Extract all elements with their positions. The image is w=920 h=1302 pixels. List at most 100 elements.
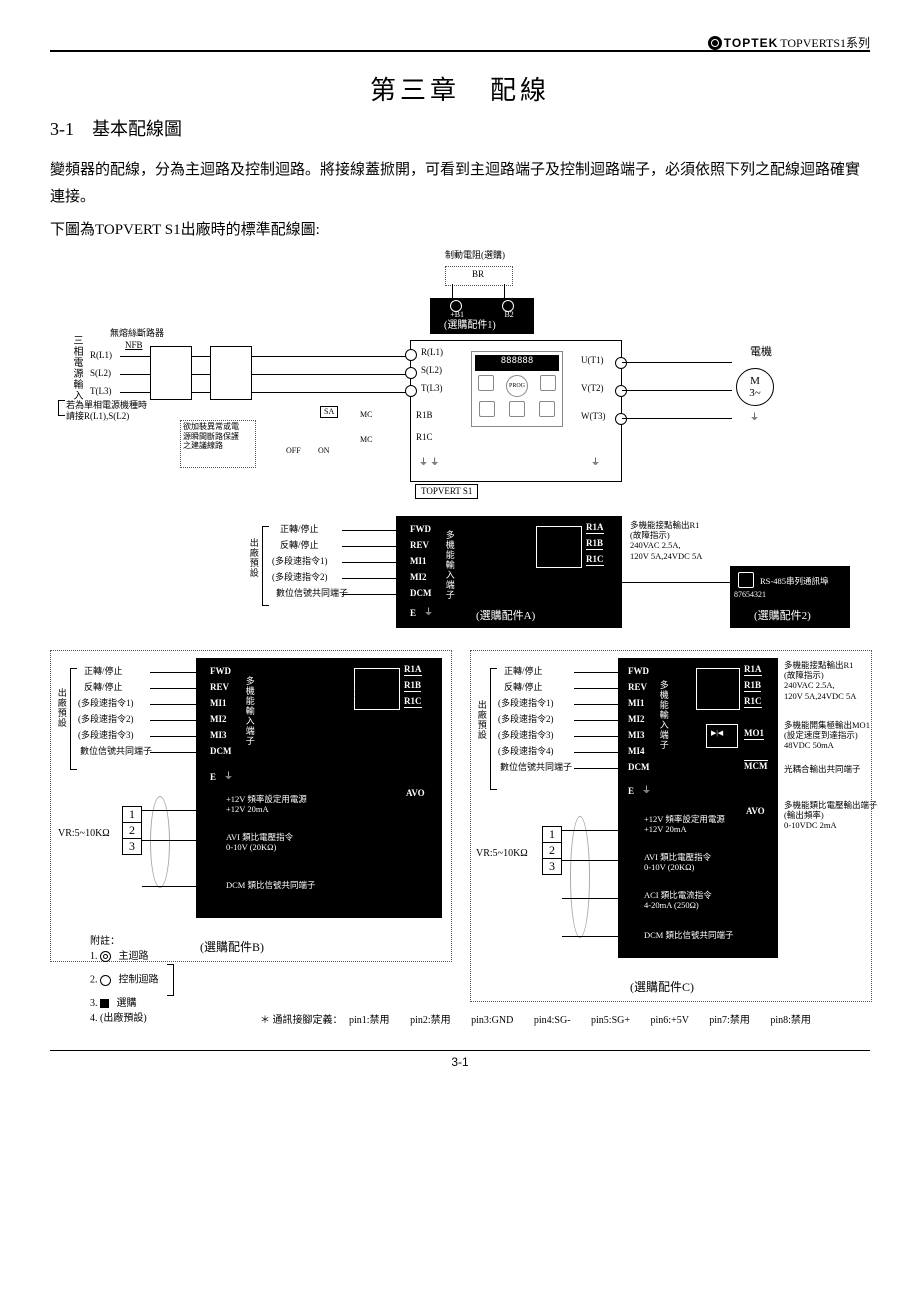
intro-paragraph-2: 下圖為TOPVERT S1出廠時的標準配線圖: [50,217,870,244]
intro-paragraph-1: 變頻器的配線，分為主迴路及控制迴路。將接線蓋掀開，可看到主迴路端子及控制迴路端子… [50,157,870,211]
brake-resistor-box: BR [445,266,513,286]
option2-block: 87654321 RS-485串列通訊埠 (選購配件2) [730,566,850,628]
avi-c: AVI 類比電壓指令 0-10V (20KΩ) [644,852,711,872]
factory-label-B: 出廠預設 [56,688,67,728]
br-label: BR [472,269,484,280]
R1A-a: R1A [586,522,604,534]
ms2-c: (多段速指令2) [498,714,554,725]
brand-logo-icon [708,36,722,50]
ms2-a: (多段速指令2) [272,572,328,583]
vr3-c: 3 [543,859,561,874]
ms4-c: (多段速指令4) [498,746,554,757]
mi-title-c: 多機能輸入端子 [658,680,669,750]
nfb-title: 無熔絲斷路器 [110,328,164,339]
MI4-c: MI4 [628,746,645,757]
FWD-c: FWD [628,666,649,677]
surge-note: 欲加裝異常或電 源瞬間斷路保護 之建議線路 [183,422,239,451]
REV-b: REV [210,682,229,693]
option1-label: (選購配件1) [444,320,496,332]
header-brand: TOPTEK TOPVERTS1系列 [708,34,870,51]
optA-label: (選購配件A) [476,610,535,623]
dcm-note-c: 數位信號共同端子 [500,762,572,773]
fwd-stop-c: 正轉/停止 [504,666,543,677]
MI2-c: MI2 [628,714,645,725]
FWD-a: FWD [410,524,431,535]
ms2-b: (多段速指令2) [78,714,134,725]
ms1-c: (多段速指令1) [498,698,554,709]
r1-note-a: 多機能接點輸出R1 (故障指示) 240VAC 2.5A, 120V 5A,24… [630,520,702,561]
MI3-c: MI3 [628,730,645,741]
vr2-b: 2 [123,823,141,839]
optC-label: (選購配件C) [630,980,694,994]
aci-c: ACI 類比電流指令 4-20mA (250Ω) [644,890,712,910]
single-phase-note: 若為單相電源機種時 請接R(L1),S(L2) [66,400,147,422]
R1B-a: R1B [586,538,603,550]
rev-stop-b: 反轉/停止 [84,682,123,693]
R1B-b: R1B [404,680,421,692]
motor-icon: M 3~ [736,368,774,406]
section-heading: 3-1 基本配線圖 [50,115,870,141]
fwd-stop-b: 正轉/停止 [84,666,123,677]
rev-stop-a: 反轉/停止 [280,540,319,551]
vr3-b: 3 [123,839,141,854]
b2-label: B2 [504,310,513,319]
control-circuit-icon [100,975,111,986]
FWD-b: FWD [210,666,231,677]
ms1-b: (多段速指令1) [78,698,134,709]
ms1-a: (多段速指令1) [272,556,328,567]
mc-label-1: MC [360,410,372,420]
power-input-label: 三相電源輸入 [70,335,82,401]
optB-label: (選購配件B) [200,940,264,954]
b1-label: +B1 [450,310,464,319]
DCM-c: DCM [628,762,650,773]
AVO-b: AVO [406,788,425,799]
sl2-label: S(L2) [90,368,111,379]
main-t: T(L3) [421,383,443,394]
rs485-label: RS-485串列通訊埠 [760,576,828,586]
vr-label-c: VR:5~10KΩ [476,848,528,860]
mc-label-2: MC [360,435,372,445]
R1B-c: R1B [744,680,761,692]
vr1-b: 1 [123,807,141,823]
dcm-note-b: 數位信號共同端子 [80,746,152,757]
tl3-label: T(L3) [90,386,112,397]
DCM-a: DCM [410,588,432,599]
ut1: U(T1) [581,355,604,366]
fwd-stop-a: 正轉/停止 [280,524,319,535]
MO1-c: MO1 [744,728,764,740]
R1C-c: R1C [744,696,762,708]
opt2-label: (選購配件2) [754,610,811,623]
factory-label-A: 出廠預設 [248,538,259,578]
motor-3: 3~ [737,387,773,399]
MI1-c: MI1 [628,698,645,709]
MI3-b: MI3 [210,730,227,741]
option-a-block: FWD REV MI1 MI2 DCM E ⏚ 多機能輸入端子 R1A R1B … [396,516,622,628]
vr1-c: 1 [543,827,561,843]
nfb-label: NFB [125,340,143,351]
MI1-b: MI1 [210,698,227,709]
pin-intro: ＊ 通訊接腳定義： [260,1015,343,1026]
avo-note-c: 多機能類比電壓輸出端子 (輸出頻率) 0-10VDC 2mA [784,800,878,831]
surge-note-box: 欲加裝異常或電 源瞬間斷路保護 之建議線路 [180,420,256,468]
dcm2-c: DCM 類比信號共同端子 [644,930,734,940]
R1A-c: R1A [744,664,762,676]
wiring-diagram: 制動電阻(選購) BR +B1 B2 (選購配件1) 三相電源輸入 無熔絲斷路器… [50,250,870,1020]
pin8: pin8:禁用 [770,1015,811,1026]
REV-a: REV [410,540,429,551]
chapter-title: 第三章 配線 [50,70,870,107]
legend: 附註： 1.主迴路 2.控制迴路 3.選購 4. (出廠預設) [90,934,174,1026]
mcm-note-c: 光耦合輸出共同端子 [784,764,861,774]
wt3: W(T3) [581,411,606,422]
E-a: E [410,608,416,619]
pin-definition-row: ＊ 通訊接腳定義： pin1:禁用 pin2:禁用 pin3:GND pin4:… [260,1011,811,1026]
rs485-pin: 87654321 [734,590,766,600]
avi-b: AVI 類比電壓指令 0-10V (20KΩ) [226,832,293,852]
pin7: pin7:禁用 [709,1015,750,1026]
on-label: ON [318,446,330,456]
AVO-c: AVO [746,806,765,817]
mi-title-a: 多機能輸入端子 [444,530,455,600]
topvert-label: TOPVERT S1 [415,484,478,499]
p12-c: +12V 頻率設定用電源 +12V 20mA [644,814,725,834]
drive-body: R(L1) S(L2) T(L3) 888888 PROG [410,340,622,482]
rl1-label: R(L1) [90,350,112,361]
